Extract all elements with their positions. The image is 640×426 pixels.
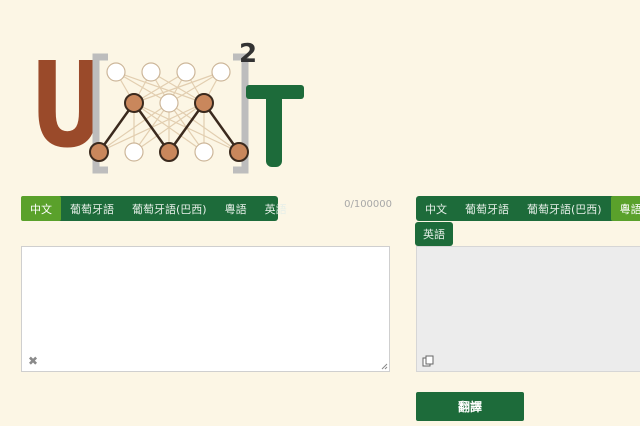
target-language-tabs: 中文 葡萄牙語 葡萄牙語(巴西) 粵語 xyxy=(416,196,640,221)
network-node xyxy=(106,62,126,82)
source-tab-portuguese[interactable]: 葡萄牙語 xyxy=(61,196,123,221)
logo: U 2 xyxy=(30,37,304,174)
neural-network-graphic xyxy=(89,62,249,162)
source-text-container: ✖ xyxy=(21,246,390,372)
source-language-tabs: 中文 葡萄牙語 葡萄牙語(巴西) 粵語 英語 xyxy=(21,196,287,221)
network-node xyxy=(211,62,231,82)
source-tab-english[interactable]: 英語 xyxy=(256,196,296,221)
network-node xyxy=(159,93,179,113)
translate-button[interactable]: 翻譯 xyxy=(416,392,524,421)
network-node xyxy=(194,142,214,162)
source-tab-cantonese[interactable]: 粵語 xyxy=(216,196,256,221)
target-tab-english[interactable]: 英語 xyxy=(417,222,451,246)
source-tab-portuguese-brazil[interactable]: 葡萄牙語(巴西) xyxy=(123,196,216,221)
copy-icon[interactable] xyxy=(422,355,434,367)
target-tab-cantonese[interactable]: 粵語 xyxy=(610,196,640,221)
character-counter: 0/100000 xyxy=(344,199,392,210)
target-language-tabs-row2: 英語 xyxy=(415,222,453,246)
source-tab-chinese[interactable]: 中文 xyxy=(21,196,61,221)
logo-letter-t-stem xyxy=(266,85,282,167)
network-node xyxy=(229,142,249,162)
network-node xyxy=(141,62,161,82)
network-node xyxy=(194,93,214,113)
resize-handle-icon[interactable] xyxy=(380,362,388,370)
network-node xyxy=(176,62,196,82)
network-node xyxy=(124,93,144,113)
logo-superscript: 2 xyxy=(239,39,257,69)
close-icon[interactable]: ✖ xyxy=(28,355,38,367)
source-text-input[interactable] xyxy=(22,247,389,371)
network-node xyxy=(124,142,144,162)
target-tab-portuguese-brazil[interactable]: 葡萄牙語(巴西) xyxy=(518,196,611,221)
network-node xyxy=(89,142,109,162)
target-tab-portuguese[interactable]: 葡萄牙語 xyxy=(456,196,518,221)
target-text-output xyxy=(416,246,640,372)
target-tab-chinese[interactable]: 中文 xyxy=(416,196,456,221)
network-node xyxy=(159,142,179,162)
